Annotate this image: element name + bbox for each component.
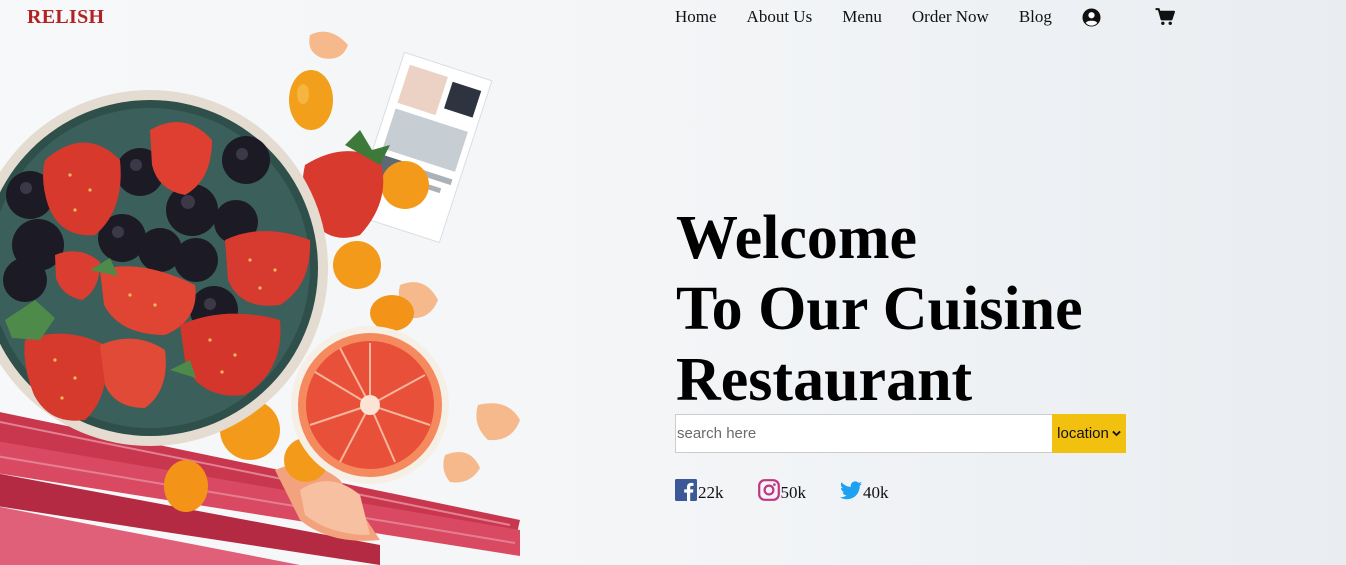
social-instagram[interactable]: 50k xyxy=(757,479,807,506)
nav-home[interactable]: Home xyxy=(675,7,717,27)
location-select[interactable]: location xyxy=(1052,414,1126,453)
hero-line-restaurant: Restaurant xyxy=(676,346,973,414)
location-label: location xyxy=(1057,425,1109,442)
main-nav: Home About Us Menu Order Now Blog xyxy=(675,7,1175,27)
social-facebook[interactable]: 22k xyxy=(675,479,724,506)
hero-headline: Welcome To Our Cuisine Restaurant xyxy=(676,203,1083,416)
twitter-icon xyxy=(840,480,862,505)
cart-icon[interactable] xyxy=(1155,8,1175,26)
nav-menu[interactable]: Menu xyxy=(842,7,882,27)
hero-line-welcome: Welcome xyxy=(676,204,918,272)
social-twitter[interactable]: 40k xyxy=(840,480,889,505)
instagram-icon xyxy=(757,479,780,506)
hero-line-cuisine: To Our Cuisine xyxy=(676,275,1083,343)
search-input[interactable] xyxy=(675,414,1052,453)
social-stats: 22k 50k 40k xyxy=(675,479,923,506)
chevron-down-icon xyxy=(1112,430,1121,437)
nav-about-us[interactable]: About Us xyxy=(747,7,813,27)
search-bar: location xyxy=(675,414,1126,453)
facebook-count: 22k xyxy=(698,482,724,502)
nav-blog[interactable]: Blog xyxy=(1019,7,1052,27)
twitter-count: 40k xyxy=(863,482,889,502)
nav-order-now[interactable]: Order Now xyxy=(912,7,989,27)
user-icon[interactable] xyxy=(1082,7,1101,27)
hero-fruit-image xyxy=(0,31,520,565)
facebook-icon xyxy=(675,479,697,506)
instagram-count: 50k xyxy=(780,482,807,502)
